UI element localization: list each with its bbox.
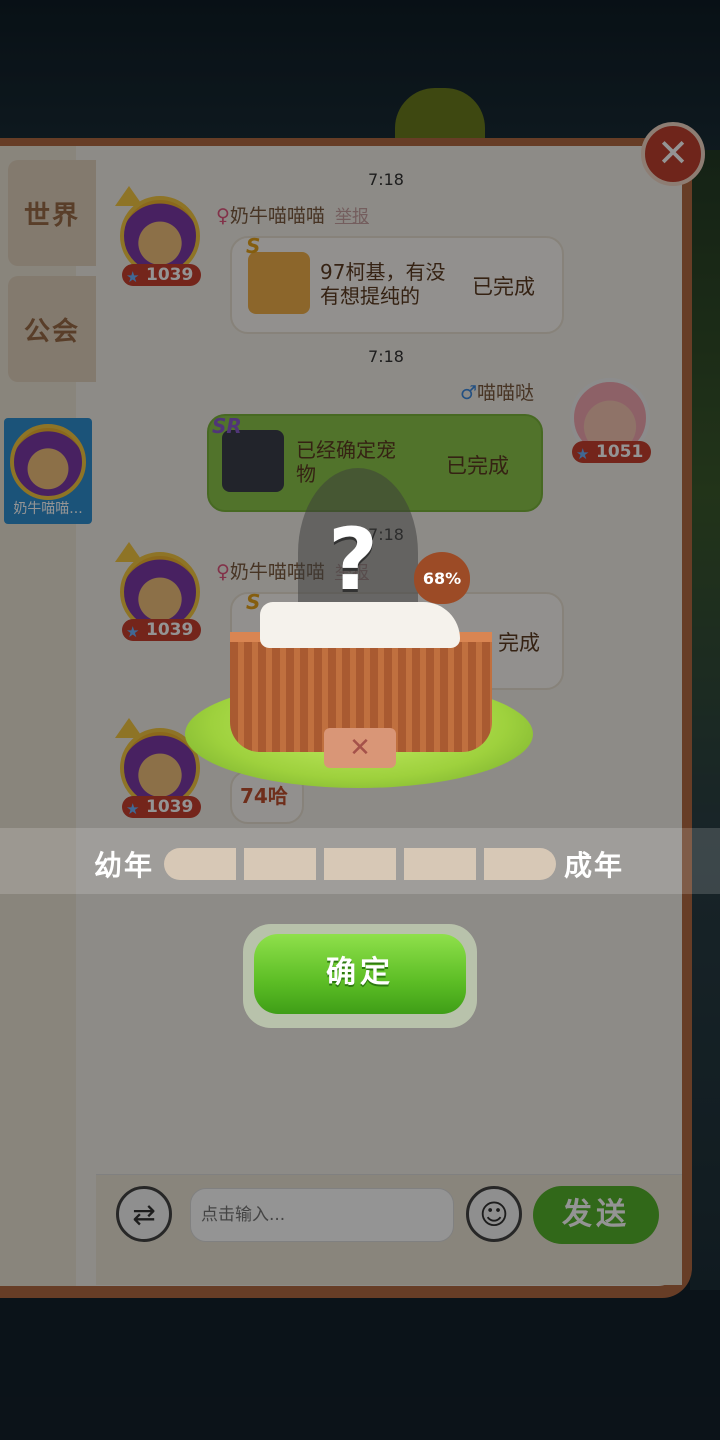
question-mark-icon: ?	[328, 510, 378, 610]
growth-segment	[404, 848, 476, 880]
growth-segment	[164, 848, 236, 880]
growth-segment	[484, 848, 556, 880]
growth-start-label: 幼年	[94, 849, 155, 882]
basket-plaque: ✕	[324, 728, 396, 768]
confirm-button[interactable]: 确定	[254, 934, 466, 1014]
growth-segment	[324, 848, 396, 880]
growth-end-label: 成年	[564, 849, 625, 882]
growth-segment	[244, 848, 316, 880]
hatch-percent-badge: 68%	[414, 552, 470, 604]
